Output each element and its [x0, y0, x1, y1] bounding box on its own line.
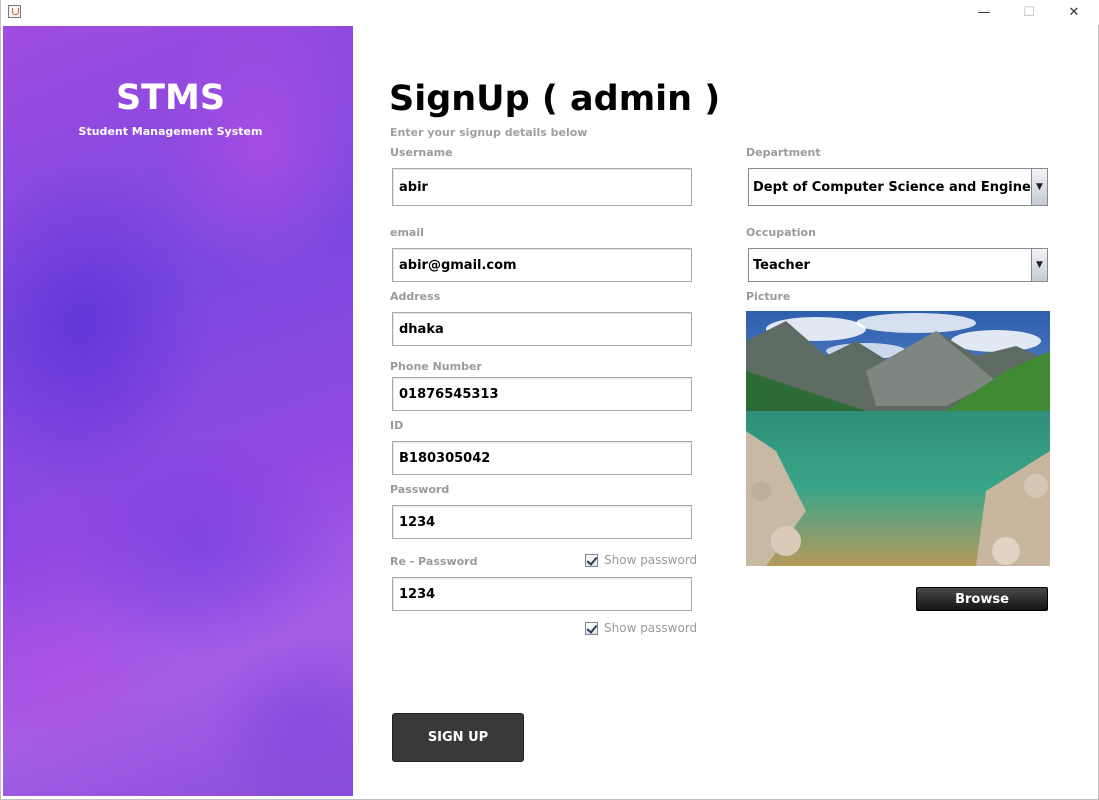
repassword-field[interactable]: 1234: [392, 577, 692, 611]
show-password-toggle[interactable]: Show password: [585, 553, 697, 567]
department-select[interactable]: Dept of Computer Science and Engineering…: [748, 168, 1048, 206]
show-password-label: Show password: [604, 553, 698, 567]
email-field[interactable]: abir@gmail.com: [392, 248, 692, 282]
department-value: Dept of Computer Science and Engineering: [753, 179, 1031, 195]
username-field[interactable]: abir: [392, 168, 692, 206]
phone-field[interactable]: 01876545313: [392, 377, 692, 411]
occupation-value: Teacher: [753, 257, 810, 273]
title-bar: — ☐ ✕: [1, 0, 1099, 25]
profile-picture: [746, 311, 1050, 566]
id-label: ID: [390, 419, 404, 432]
app-title: STMS: [115, 78, 226, 118]
username-label: Username: [390, 146, 453, 159]
email-label: email: [390, 226, 424, 239]
minimize-button[interactable]: —: [961, 0, 1007, 25]
id-field[interactable]: B180305042: [392, 441, 692, 475]
password-label: Password: [390, 483, 450, 496]
page-subtitle: Enter your signup details below: [390, 126, 588, 139]
signup-button[interactable]: SIGN UP: [392, 713, 524, 762]
landscape-photo: [746, 311, 1050, 566]
java-app-icon: [8, 5, 21, 18]
password-field[interactable]: 1234: [392, 505, 692, 539]
occupation-label: Occupation: [746, 226, 816, 239]
show-repassword-checkbox[interactable]: [585, 621, 598, 635]
show-repassword-label: Show password: [604, 621, 698, 635]
page-title: SignUp ( admin ): [389, 79, 721, 119]
maximize-button[interactable]: ☐: [1006, 0, 1052, 25]
picture-label: Picture: [746, 290, 791, 303]
sidebar-panel: STMS Student Management System: [3, 26, 353, 796]
app-subtitle: Student Management System: [78, 125, 263, 138]
close-button[interactable]: ✕: [1051, 0, 1097, 25]
address-field[interactable]: dhaka: [392, 312, 692, 346]
occupation-select[interactable]: Teacher ▼: [748, 248, 1048, 282]
phone-label: Phone Number: [390, 360, 482, 373]
chevron-down-icon[interactable]: ▼: [1031, 249, 1047, 281]
chevron-down-icon[interactable]: ▼: [1031, 169, 1047, 205]
show-repassword-toggle[interactable]: Show password: [585, 621, 697, 635]
show-password-checkbox[interactable]: [585, 553, 598, 567]
address-label: Address: [390, 290, 441, 303]
signup-window: — ☐ ✕ STMS Student Management System Sig…: [0, 0, 1099, 800]
browse-button[interactable]: Browse: [916, 587, 1048, 611]
department-label: Department: [746, 146, 821, 159]
repassword-label: Re - Password: [390, 555, 478, 568]
